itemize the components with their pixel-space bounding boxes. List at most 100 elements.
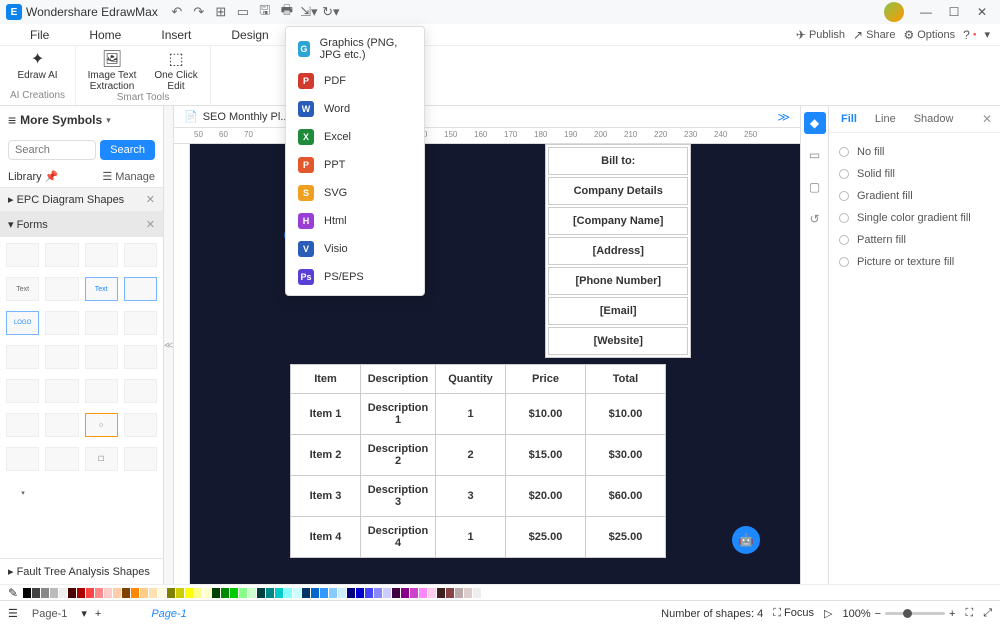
swatch[interactable] [32, 588, 40, 598]
redo-button[interactable]: ↷ [190, 3, 208, 21]
section-epc[interactable]: ▸ EPC Diagram Shapes ✕ [0, 187, 163, 212]
undo-button[interactable]: ↶ [168, 3, 186, 21]
swatch[interactable] [176, 588, 184, 598]
swatch[interactable] [284, 588, 292, 598]
save-button[interactable]: 🖫 [256, 3, 274, 21]
hamburger-icon[interactable]: ≡ [8, 112, 16, 128]
zoom-in[interactable]: + [949, 608, 955, 620]
export-visio[interactable]: VVisio [286, 235, 424, 263]
close-icon[interactable]: ✕ [146, 193, 155, 206]
user-avatar[interactable] [884, 2, 904, 22]
pin-icon[interactable]: 📌 [45, 171, 59, 183]
swatch[interactable] [203, 588, 211, 598]
fill-option[interactable]: Gradient fill [839, 185, 990, 207]
tool-image-text[interactable]: 🖼Image Text Extraction [86, 50, 138, 92]
invoice-table[interactable]: Item Description Quantity Price Total It… [290, 364, 666, 558]
swatch[interactable] [311, 588, 319, 598]
fill-option[interactable]: Solid fill [839, 163, 990, 185]
swatch[interactable] [446, 588, 454, 598]
rp-tab-fill[interactable]: Fill [837, 110, 861, 128]
menu-insert[interactable]: Insert [141, 28, 211, 42]
swatch[interactable] [401, 588, 409, 598]
fullscreen-icon[interactable]: ⤢ [983, 607, 992, 620]
swatch[interactable] [356, 588, 364, 598]
rp-tab-shadow[interactable]: Shadow [910, 110, 958, 128]
swatch[interactable] [320, 588, 328, 598]
menu-file[interactable]: File [10, 28, 69, 42]
swatch[interactable] [428, 588, 436, 598]
swatch[interactable] [230, 588, 238, 598]
swatch[interactable] [113, 588, 121, 598]
eyedrop-icon[interactable]: ✎ [8, 586, 18, 600]
swatch[interactable] [410, 588, 418, 598]
open-button[interactable]: ▭ [234, 3, 252, 21]
swatch[interactable] [95, 588, 103, 598]
caret-down-icon[interactable]: ▾ [106, 115, 111, 126]
manage-link[interactable]: ☰ Manage [102, 170, 155, 183]
menu-home[interactable]: Home [69, 28, 141, 42]
swatch[interactable] [302, 588, 310, 598]
section-forms[interactable]: ▾ Forms ✕ [0, 212, 163, 237]
page-tab[interactable]: Page-1 [26, 606, 73, 622]
collapse-left[interactable]: ≪ [164, 106, 174, 584]
maximize-button[interactable]: ☐ [942, 2, 966, 22]
swatch[interactable] [185, 588, 193, 598]
swatch[interactable] [194, 588, 202, 598]
swatch[interactable] [464, 588, 472, 598]
options-button[interactable]: ⚙Options [903, 28, 955, 42]
swatch[interactable] [257, 588, 265, 598]
swatch[interactable] [140, 588, 148, 598]
export-ppt[interactable]: PPPT [286, 151, 424, 179]
print-button[interactable]: 🖶 [278, 3, 296, 21]
fill-option[interactable]: Picture or texture fill [839, 251, 990, 273]
swatch[interactable] [293, 588, 301, 598]
swatch[interactable] [167, 588, 175, 598]
tool-one-click[interactable]: ⬚One Click Edit [152, 50, 200, 92]
export-ps-eps[interactable]: PsPS/EPS [286, 263, 424, 291]
swatch[interactable] [338, 588, 346, 598]
rp-close[interactable]: ✕ [982, 112, 992, 126]
fill-option[interactable]: Pattern fill [839, 229, 990, 251]
swatch[interactable] [266, 588, 274, 598]
page-add[interactable]: + [95, 608, 101, 620]
play-button[interactable]: ▷ [824, 607, 832, 620]
menu-caret[interactable]: ▾ [984, 28, 990, 41]
zoom-out[interactable]: − [875, 608, 881, 620]
swatch[interactable] [248, 588, 256, 598]
swatch[interactable] [275, 588, 283, 598]
rail-page-icon[interactable]: ▭ [804, 144, 826, 166]
export-html[interactable]: HHtml [286, 207, 424, 235]
swatch[interactable] [212, 588, 220, 598]
search-button[interactable]: Search [100, 140, 155, 160]
refresh-button[interactable]: ↻▾ [322, 3, 340, 21]
zoom-slider[interactable] [885, 612, 945, 615]
swatch[interactable] [59, 588, 67, 598]
swatch[interactable] [104, 588, 112, 598]
bill-to-table[interactable]: Bill to: Company Details [Company Name] … [545, 144, 691, 358]
rail-present-icon[interactable]: ▢ [804, 176, 826, 198]
share-button[interactable]: ↗Share [853, 28, 895, 42]
minimize-button[interactable]: — [914, 2, 938, 22]
new-button[interactable]: ⊞ [212, 3, 230, 21]
section-fault[interactable]: ▸ Fault Tree Analysis Shapes [0, 558, 163, 584]
swatch[interactable] [383, 588, 391, 598]
page-menu[interactable]: ▾ [81, 607, 87, 620]
chat-bubble[interactable]: 🤖 [732, 526, 760, 554]
export-button[interactable]: ⇲▾ [300, 3, 318, 21]
swatch[interactable] [392, 588, 400, 598]
export-graphics-png-jpg-etc-[interactable]: GGraphics (PNG, JPG etc.) [286, 31, 424, 67]
help-button[interactable]: ?● [963, 28, 976, 42]
swatch[interactable] [329, 588, 337, 598]
fit-icon[interactable]: ⛶ [965, 607, 973, 620]
rail-history-icon[interactable]: ↺ [804, 208, 826, 230]
fill-option[interactable]: Single color gradient fill [839, 207, 990, 229]
swatch[interactable] [347, 588, 355, 598]
rp-tab-line[interactable]: Line [871, 110, 900, 128]
canvas[interactable]: LOGO Bill to: Company Details [Company N… [190, 144, 800, 584]
menu-design[interactable]: Design [211, 28, 288, 42]
tool-edraw-ai[interactable]: ✦Edraw AI [18, 50, 58, 81]
swatch[interactable] [131, 588, 139, 598]
swatch[interactable] [122, 588, 130, 598]
tab-expand[interactable]: ≫ [767, 110, 800, 124]
export-excel[interactable]: XExcel [286, 123, 424, 151]
